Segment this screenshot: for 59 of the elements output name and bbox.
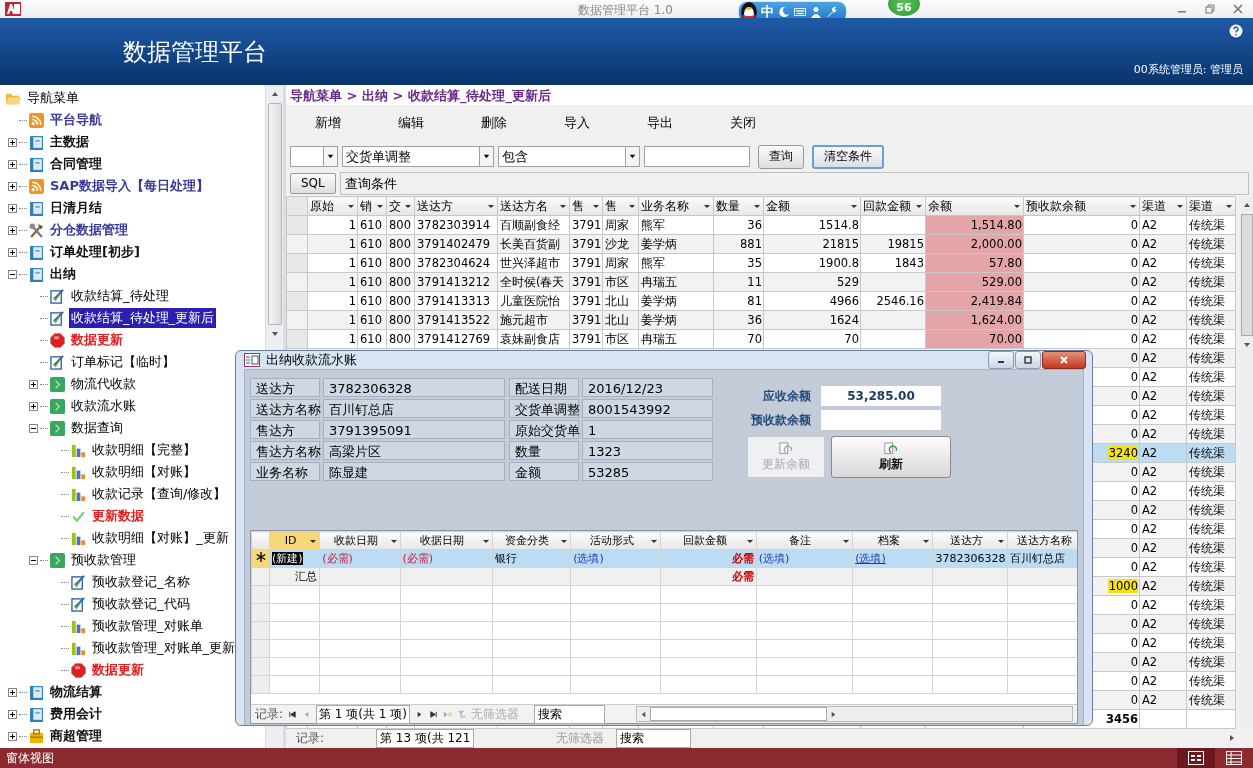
breadcrumb: 导航菜单 > 出纳 > 收款结算_待处理_更新后 — [286, 85, 1253, 105]
grid-cell-text: 汇总 — [294, 569, 318, 584]
field-label: 送达方名称 — [250, 399, 320, 418]
table-cell: 0 — [1129, 389, 1138, 403]
table-cell: 0 — [1129, 693, 1138, 707]
table-cell: 0 — [1129, 294, 1138, 308]
record-label: 记录: — [255, 705, 284, 723]
table-cell: 0 — [1129, 655, 1138, 669]
grid-cell-text: 必需 — [730, 551, 754, 566]
field-label: 金额 — [509, 462, 579, 481]
field-label: 原始交货单 — [509, 420, 579, 439]
field-label: 售达方 — [250, 420, 320, 439]
table-cell: 0 — [1129, 541, 1138, 555]
table-cell: 3240 — [1107, 446, 1138, 460]
grid-cell: (选填) — [758, 552, 790, 565]
grid-cell: (必需) — [402, 552, 434, 565]
table-cell: 0 — [1129, 370, 1138, 384]
table-cell: 0 — [1129, 427, 1138, 441]
table-cell: 0 — [1129, 465, 1138, 479]
field-label: 交货单调整 — [509, 399, 579, 418]
grid-cell: 银行 — [494, 552, 517, 565]
table-cell: 1000 — [1107, 579, 1138, 593]
table-cell: 0 — [1129, 256, 1138, 270]
field-label: 数量 — [509, 441, 579, 460]
field-label: 配送日期 — [509, 378, 579, 397]
table-cell: 0 — [1129, 484, 1138, 498]
grid-cell-text: 必需 — [730, 569, 754, 584]
grid-cell: (必需) — [322, 552, 353, 565]
total-cell: 3456 — [1105, 712, 1138, 726]
table-cell: 0 — [1129, 218, 1138, 232]
view-status: 窗体视图 — [5, 749, 54, 767]
grid-cell: (新建) — [272, 552, 303, 565]
table-cell: 0 — [1129, 275, 1138, 289]
table-cell: 0 — [1129, 598, 1138, 612]
user-label: 00系统管理员: 管理员 — [1133, 62, 1243, 77]
table-cell: 0 — [1129, 674, 1138, 688]
grid-cell: (选填) — [573, 552, 604, 565]
table-cell: 0 — [1129, 351, 1138, 365]
table-cell: 0 — [1129, 617, 1138, 631]
app-title: 数据管理平台 — [123, 36, 267, 68]
table-cell: 0 — [1129, 522, 1138, 536]
table-cell: 0 — [1129, 313, 1138, 327]
table-cell: 0 — [1129, 332, 1138, 346]
table-cell: 0 — [1129, 560, 1138, 574]
grid-cell: 百川钉总店 — [1009, 552, 1065, 565]
notification-badge: 56 — [886, 0, 922, 18]
table-cell: 0 — [1129, 636, 1138, 650]
field-label: 售达方名称 — [250, 441, 320, 460]
table-cell: 0 — [1129, 503, 1138, 517]
window-title: 数据管理平台 1.0 — [578, 2, 673, 19]
field-label: 送达方 — [250, 378, 320, 397]
record-label: 记录: — [296, 729, 325, 747]
field-label: 业务名称 — [250, 462, 320, 481]
table-cell: 0 — [1129, 237, 1138, 251]
balance-label: 预收款余额 — [750, 411, 811, 429]
grid-cell: 3782306328 — [935, 552, 1006, 565]
table-cell: 0 — [1129, 408, 1138, 422]
dialog-title: 出纳收款流水账 — [266, 351, 357, 369]
balance-label: 应收余额 — [762, 387, 811, 405]
